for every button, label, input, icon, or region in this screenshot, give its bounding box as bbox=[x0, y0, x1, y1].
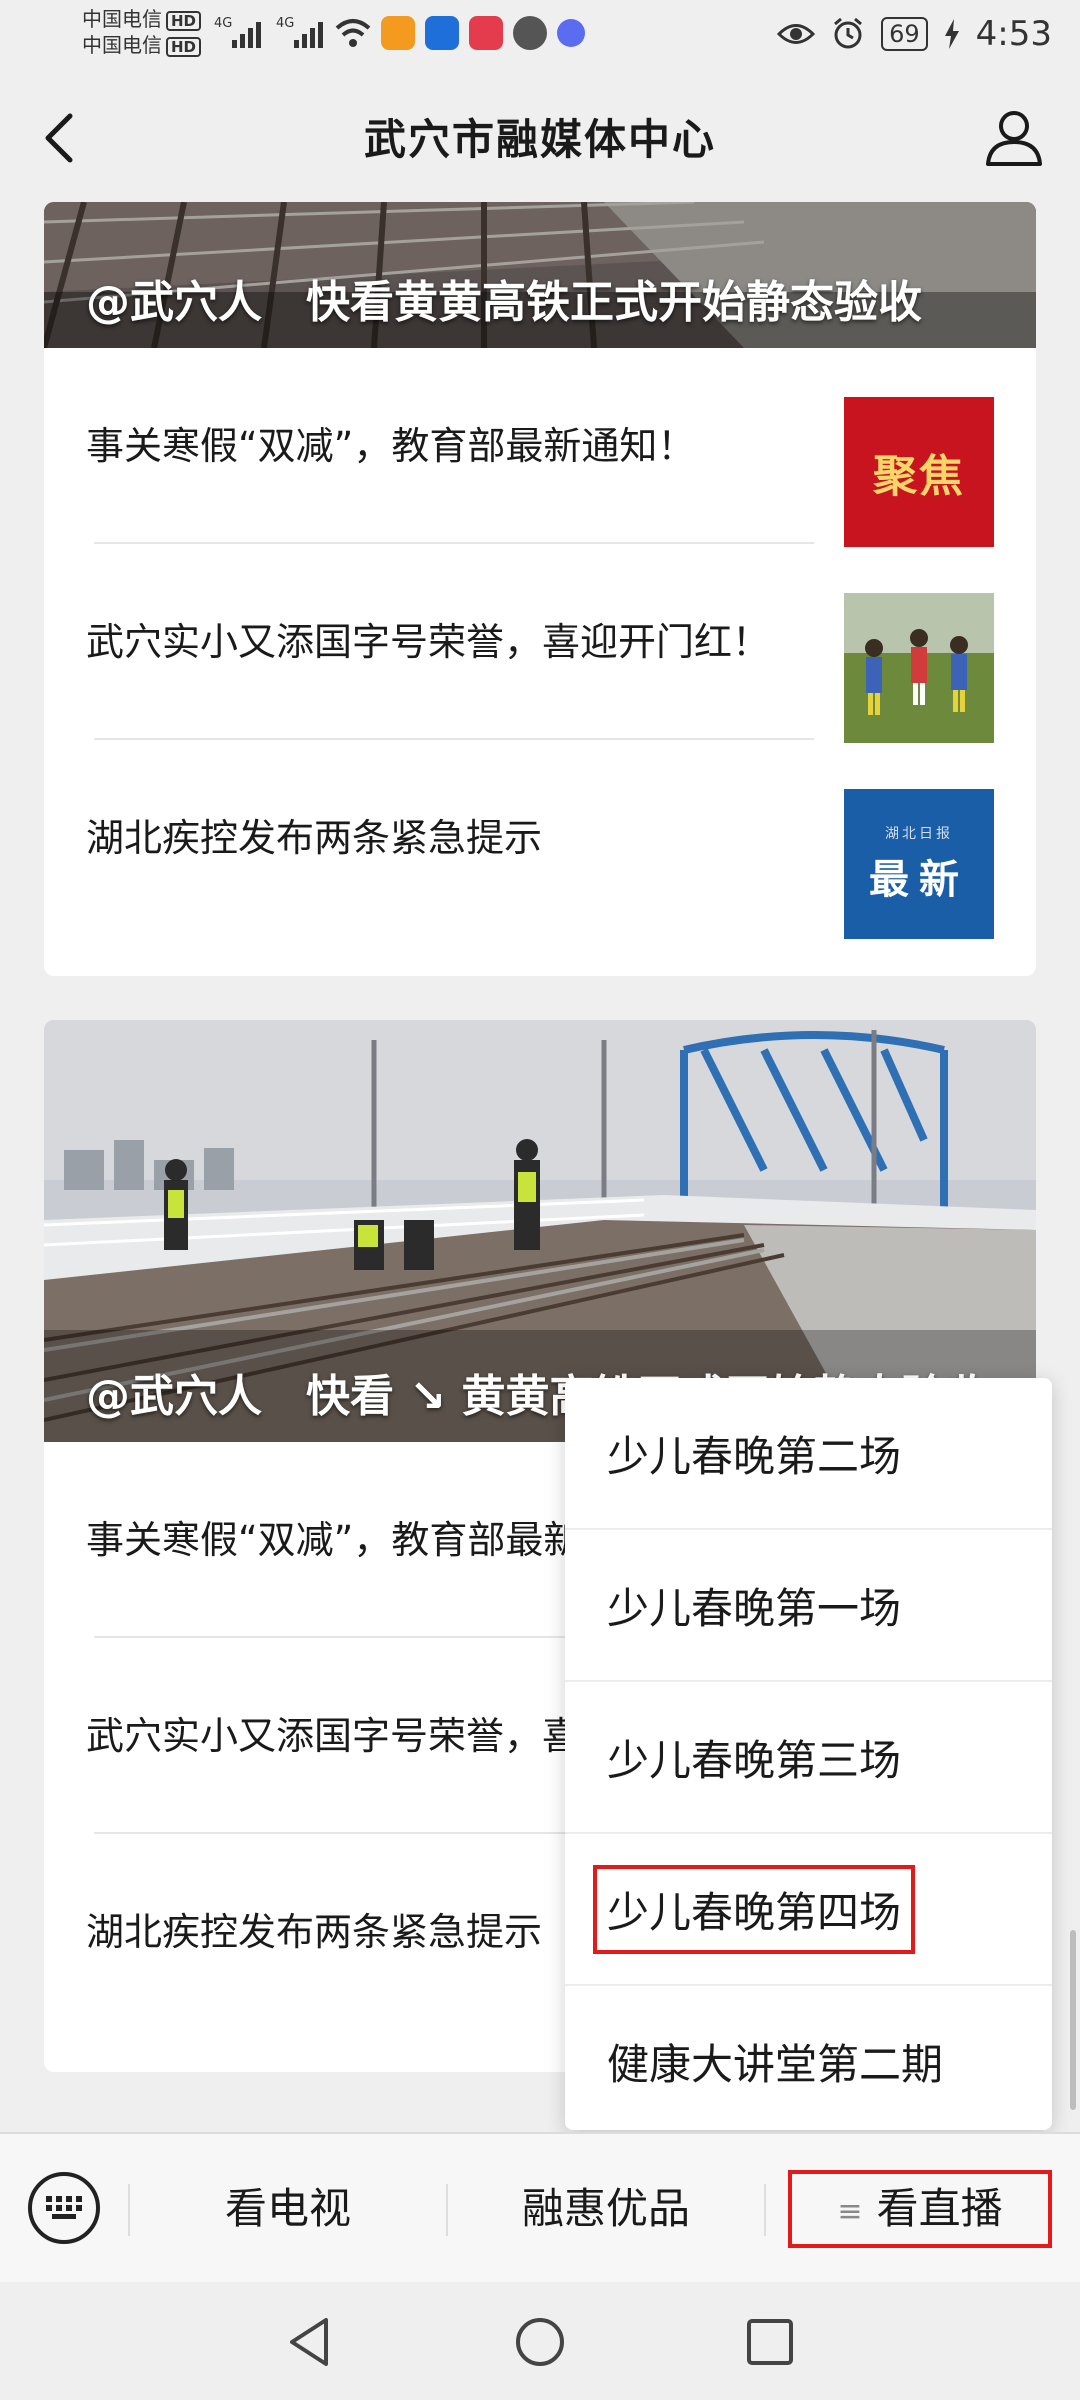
bottom-nav: 看电视 融惠优品 ≡ 看直播 bbox=[0, 2132, 1080, 2284]
keyboard-toggle-button[interactable] bbox=[28, 2172, 100, 2244]
news-thumbnail: 聚焦 bbox=[844, 397, 994, 547]
menu-item[interactable]: 少儿春晚第三场 bbox=[565, 1680, 1052, 1832]
profile-icon[interactable] bbox=[982, 104, 1046, 168]
battery-level: 69 bbox=[881, 17, 928, 51]
thumbnail-text: 聚焦 bbox=[873, 451, 965, 502]
tab-shop[interactable]: 融惠优品 bbox=[448, 2174, 764, 2244]
eye-icon bbox=[777, 24, 816, 44]
network-type: 4G bbox=[214, 16, 233, 31]
menu-item[interactable]: 少儿春晚第二场 bbox=[565, 1378, 1052, 1528]
status-bar: 中国电信 HD 中国电信 HD 4G 4G 69 4:53 bbox=[0, 0, 1080, 72]
tab-live-label: 看直播 bbox=[876, 2184, 1003, 2233]
signal-icon bbox=[294, 18, 323, 48]
news-title: 事关寒假“双减”，教育部最新通知！ bbox=[86, 424, 696, 468]
hero-caption: @武穴人 快看黄黄高铁正式开始静态验收 bbox=[86, 277, 922, 328]
hd-badge: HD bbox=[166, 36, 202, 57]
hd-badge: HD bbox=[166, 10, 202, 31]
music-app-icon bbox=[557, 19, 585, 47]
tab-tv[interactable]: 看电视 bbox=[130, 2174, 446, 2244]
wifi-icon bbox=[335, 19, 371, 47]
tab-live[interactable]: ≡ 看直播 bbox=[788, 2170, 1052, 2248]
charging-icon bbox=[944, 19, 959, 49]
carrier-info: 中国电信 HD 中国电信 HD bbox=[82, 6, 202, 58]
news-title: 武穴实小又添国字号荣誉，喜迎开门红！ bbox=[86, 620, 771, 664]
keyboard-icon bbox=[46, 2196, 82, 2219]
menu-item-label: 健康大讲堂第二期 bbox=[607, 2039, 944, 2089]
menu-item-highlighted[interactable]: 少儿春晚第四场 bbox=[565, 1832, 1052, 1984]
app-header: 武穴市融媒体中心 bbox=[0, 72, 1080, 202]
browser-app-icon bbox=[513, 16, 547, 50]
page-title: 武穴市融媒体中心 bbox=[363, 115, 716, 164]
menu-item-label: 少儿春晚第二场 bbox=[607, 1431, 902, 1481]
live-popup-menu: 少儿春晚第二场 少儿春晚第一场 少儿春晚第三场 少儿春晚第四场 健康大讲堂第二期 bbox=[565, 1378, 1052, 2130]
book-app-icon bbox=[469, 16, 503, 50]
list-item[interactable]: 事关寒假“双减”，教育部最新通知！ 聚焦 bbox=[44, 348, 1036, 547]
news-card: @武穴人 快看黄黄高铁正式开始静态验收 事关寒假“双减”，教育部最新通知！ 聚焦… bbox=[44, 202, 1036, 976]
network-type: 4G bbox=[276, 16, 295, 31]
signal-icon bbox=[232, 18, 261, 48]
hero-banner[interactable]: @武穴人 快看黄黄高铁正式开始静态验收 bbox=[44, 202, 1036, 348]
back-triangle-icon[interactable] bbox=[280, 2312, 340, 2372]
menu-item-label: 少儿春晚第四场 bbox=[592, 1864, 916, 1954]
menu-item[interactable]: 健康大讲堂第二期 bbox=[565, 1984, 1052, 2136]
news-thumbnail bbox=[844, 593, 994, 743]
thumbnail-caption: 湖北日报 bbox=[885, 826, 953, 842]
recents-square-icon[interactable] bbox=[740, 2312, 800, 2372]
home-circle-icon[interactable] bbox=[510, 2312, 570, 2372]
alarm-icon bbox=[834, 17, 863, 49]
news-title: 湖北疾控发布两条紧急提示 bbox=[86, 816, 543, 860]
list-item[interactable]: 武穴实小又添国字号荣誉，喜迎开门红！ bbox=[44, 544, 1036, 743]
menu-icon: ≡ bbox=[837, 2193, 863, 2229]
thumbnail-text: 最新 bbox=[869, 857, 969, 903]
scrollbar[interactable] bbox=[1070, 1930, 1076, 2110]
divider bbox=[764, 2184, 766, 2236]
menu-item-label: 少儿春晚第三场 bbox=[607, 1735, 902, 1785]
system-nav-bar bbox=[0, 2282, 1080, 2400]
video-app-icon bbox=[381, 16, 415, 50]
status-right: 69 4:53 bbox=[777, 14, 1052, 54]
notification-icons bbox=[335, 16, 585, 50]
menu-item-label: 少儿春晚第一场 bbox=[607, 1583, 902, 1633]
clock: 4:53 bbox=[975, 14, 1052, 54]
news-thumbnail: 湖北日报 最新 bbox=[844, 789, 994, 939]
menu-item[interactable]: 少儿春晚第一场 bbox=[565, 1528, 1052, 1680]
list-item[interactable]: 湖北疾控发布两条紧急提示 湖北日报 最新 bbox=[44, 740, 1036, 939]
carrier-1: 中国电信 bbox=[82, 7, 162, 31]
app-notification-icon bbox=[425, 16, 459, 50]
carrier-2: 中国电信 bbox=[82, 33, 162, 57]
